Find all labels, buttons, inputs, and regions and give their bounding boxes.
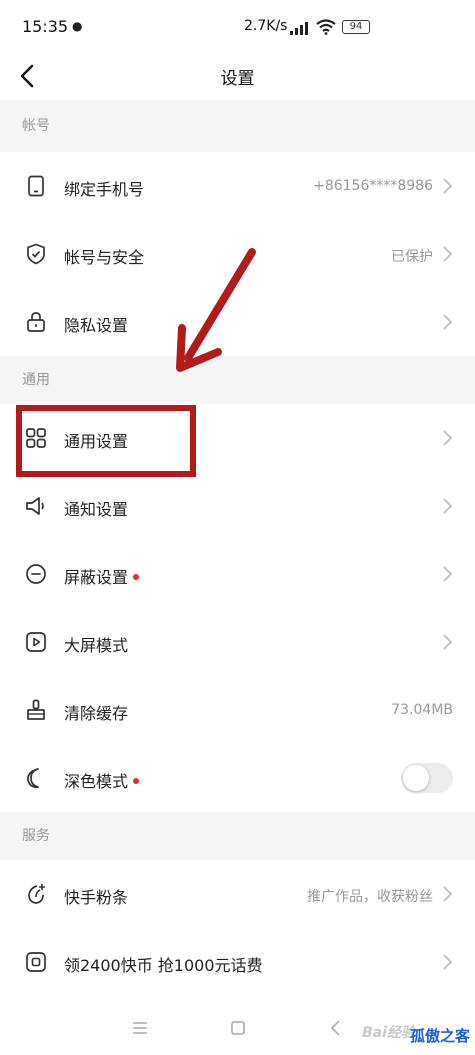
- wifi-icon: [316, 19, 336, 35]
- chevron-right-icon: [443, 430, 453, 446]
- section-header-service: 服务: [0, 812, 475, 860]
- broom-icon: [24, 698, 48, 722]
- cache-size-value: 73.04MB: [391, 702, 453, 718]
- red-dot-badge: [133, 777, 140, 784]
- moon-icon: [24, 766, 48, 790]
- row-label: 帐号与安全: [64, 248, 145, 267]
- row-big-screen-mode[interactable]: 大屏模式: [0, 608, 475, 676]
- nav-bar: 设置: [0, 52, 475, 100]
- watermark: Bai经验 孤傲之客: [362, 1022, 474, 1052]
- row-clear-cache[interactable]: 清除缓存 73.04MB: [0, 676, 475, 744]
- status-time: 15:35: [22, 17, 69, 36]
- home-icon[interactable]: [224, 1014, 252, 1042]
- chevron-right-icon: [443, 314, 453, 330]
- chevron-right-icon: [443, 566, 453, 582]
- row-value: 已保护: [391, 249, 433, 265]
- qq-penguin-icon: ●: [72, 19, 83, 33]
- row-label: 领2400快币 抢1000元话费: [64, 956, 263, 975]
- chevron-right-icon: [443, 246, 453, 262]
- dark-mode-toggle[interactable]: [401, 763, 453, 793]
- row-label-text: 深色模式: [64, 772, 129, 791]
- lock-icon: [24, 310, 48, 334]
- baidu-jingyan-watermark: Bai经验: [362, 1025, 415, 1041]
- row-label: 快手粉条: [64, 888, 129, 907]
- coin-card-icon: [24, 950, 48, 974]
- section-header-account: 帐号: [0, 100, 475, 152]
- signal-icon: [290, 22, 308, 35]
- row-value: 推广作品，收获粉丝: [307, 889, 433, 905]
- page-title: 设置: [220, 69, 255, 89]
- status-bar: 15:35 ● 2.7K/s 94: [0, 0, 475, 52]
- chevron-right-icon: [443, 954, 453, 970]
- row-label: 大屏模式: [64, 636, 129, 655]
- row-bind-phone[interactable]: 绑定手机号 +86156****8986: [0, 152, 475, 220]
- row-label: 清除缓存: [64, 704, 129, 723]
- menu-icon[interactable]: [126, 1014, 154, 1042]
- chevron-right-icon: [443, 886, 453, 902]
- row-label: 屏蔽设置: [64, 564, 140, 588]
- back-nav-icon[interactable]: [322, 1014, 350, 1042]
- play-screen-icon: [24, 630, 48, 654]
- network-speed: 2.7K/s: [244, 18, 288, 34]
- row-value: +86156****8986: [313, 178, 433, 194]
- row-label: 通知设置: [64, 500, 129, 519]
- row-block-settings[interactable]: 屏蔽设置: [0, 540, 475, 608]
- battery-indicator: 94: [342, 20, 370, 34]
- phone-icon: [24, 174, 48, 198]
- shield-check-icon: [24, 242, 48, 266]
- row-dark-mode: 深色模式: [0, 744, 475, 812]
- speaker-icon: [24, 494, 48, 518]
- row-notification-settings[interactable]: 通知设置: [0, 472, 475, 540]
- row-label: 绑定手机号: [64, 180, 145, 199]
- row-label: 通用设置: [64, 432, 129, 451]
- block-icon: [24, 562, 48, 586]
- chevron-right-icon: [443, 498, 453, 514]
- row-account-security[interactable]: 帐号与安全 已保护: [0, 220, 475, 288]
- chevron-right-icon: [443, 634, 453, 650]
- section-header-general: 通用: [0, 356, 475, 404]
- row-label-text: 屏蔽设置: [64, 568, 129, 587]
- row-coin-promo[interactable]: 领2400快币 抢1000元话费: [0, 928, 475, 996]
- row-general-settings[interactable]: 通用设置: [0, 404, 475, 472]
- row-privacy-settings[interactable]: 隐私设置: [0, 288, 475, 356]
- chevron-right-icon: [443, 178, 453, 194]
- watermark-author: 孤傲之客: [409, 1027, 470, 1045]
- sprout-icon: [24, 882, 48, 906]
- grid-icon: [24, 426, 48, 450]
- row-label: 隐私设置: [64, 316, 129, 335]
- red-dot-badge: [133, 573, 140, 580]
- toggle-knob: [403, 765, 429, 791]
- row-kuaishou-fentiao[interactable]: 快手粉条 推广作品，收获粉丝: [0, 860, 475, 928]
- row-label: 深色模式: [64, 768, 140, 792]
